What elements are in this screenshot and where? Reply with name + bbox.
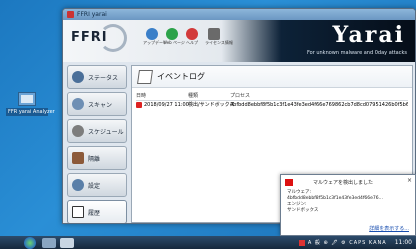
sidebar-item-schedule[interactable]: スケジュール <box>67 119 127 143</box>
system-tray: A 般 ⊕ 🖋 ⚙ CAPS KANA 11:00 <box>298 236 412 249</box>
notification-message: マルウェアを検出しました <box>313 180 374 186</box>
ffri-logo: FFRI <box>71 30 108 45</box>
engine-name: サンドボックス <box>287 208 319 213</box>
close-icon[interactable]: × <box>407 177 412 184</box>
alert-flag-icon <box>285 179 293 186</box>
yarai-tray-icon[interactable] <box>298 239 305 246</box>
quarantine-icon <box>72 152 84 164</box>
detection-notification[interactable]: マルウェアを検出しました × マルウェア: 4bfbdd8ebbf8f5b1c3… <box>280 174 416 236</box>
desktop-icon-label: FFR yarai Analyzer <box>6 108 55 116</box>
row-process: 4bfbdd8ebbf8f5b1c3f1e43fe3ed4f66e769862c… <box>230 102 408 108</box>
window-title: FFRI yarai <box>77 11 107 18</box>
clock[interactable]: 11:00 <box>395 239 412 246</box>
sidebar-item-quarantine[interactable]: 隔離 <box>67 146 127 170</box>
clock-icon <box>72 125 84 137</box>
details-link[interactable]: 詳細を表示する... <box>369 225 409 232</box>
monitor-icon <box>18 92 36 106</box>
title-bar[interactable]: FFRI yarai <box>63 9 415 20</box>
taskbar: A 般 ⊕ 🖋 ⚙ CAPS KANA 11:00 <box>0 236 416 249</box>
taskbar-app-explorer[interactable] <box>42 237 56 248</box>
sidebar-item-status[interactable]: ステータス <box>67 65 127 89</box>
ime-bar[interactable]: A 般 ⊕ 🖋 ⚙ CAPS KANA <box>308 239 387 246</box>
history-icon <box>72 206 84 218</box>
taskbar-app-yarai[interactable] <box>60 237 74 248</box>
status-icon <box>72 71 84 83</box>
settings-icon <box>72 179 84 191</box>
lifebuoy-icon <box>186 28 198 40</box>
column-type[interactable]: 種類 <box>188 92 230 100</box>
row-type: 検出/サンドボックス <box>188 102 235 108</box>
app-header: FFRI アップデート Web ページ ヘルプ ライセンス情報 Yarai Fo… <box>63 20 415 62</box>
license-icon <box>208 28 220 40</box>
app-icon <box>67 11 74 18</box>
page-title: イベントログ <box>157 72 205 81</box>
row-datetime: 2018/09/27 11:00 <box>144 102 189 108</box>
license-button[interactable]: ライセンス情報 <box>205 28 233 46</box>
sidebar: ステータス スキャン スケジュール 隔離 設定 履歴 <box>67 65 127 223</box>
globe-icon <box>166 28 178 40</box>
notification-body: マルウェア: 4bfbdd8ebbf8f5b1c3f1e43fe3ed4f66e… <box>281 186 415 214</box>
update-button[interactable]: アップデート <box>143 28 167 46</box>
log-icon <box>137 69 153 84</box>
warning-icon <box>136 102 142 108</box>
help-button[interactable]: ヘルプ <box>183 28 201 46</box>
table-row[interactable]: 2018/09/27 11:00 検出/サンドボックス 4bfbdd8ebbf8… <box>136 101 408 109</box>
sidebar-item-scan[interactable]: スキャン <box>67 92 127 116</box>
table-header: 日時 種類 プロセス <box>136 92 408 101</box>
desktop-icon[interactable]: FFR yarai Analyzer <box>6 92 55 116</box>
column-process[interactable]: プロセス <box>230 92 408 100</box>
start-button[interactable] <box>24 236 36 249</box>
column-datetime[interactable]: 日時 <box>136 92 188 100</box>
yarai-logo: Yarai <box>332 22 405 48</box>
tagline: For unknown malware and 0day attacks <box>306 50 407 56</box>
webpage-button[interactable]: Web ページ <box>163 28 185 46</box>
update-icon <box>146 28 158 40</box>
sidebar-item-settings[interactable]: 設定 <box>67 173 127 197</box>
event-table: 日時 種類 プロセス 2018/09/27 11:00 検出/サンドボックス 4… <box>136 92 408 109</box>
scan-icon <box>72 98 84 110</box>
sidebar-item-history[interactable]: 履歴 <box>67 200 127 223</box>
panel-header: イベントログ <box>132 66 412 88</box>
